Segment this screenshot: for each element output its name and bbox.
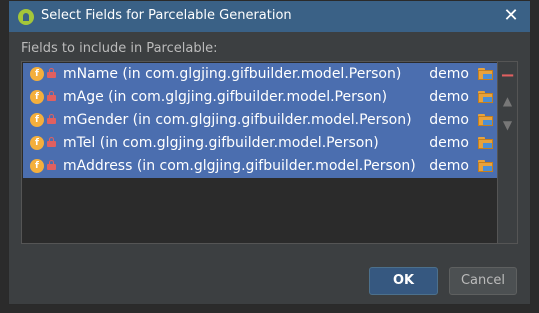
module-folder-icon	[478, 114, 493, 126]
close-button[interactable]: ✕	[500, 5, 522, 27]
remove-icon[interactable]: −	[498, 66, 517, 86]
title-bar: Select Fields for Parcelable Generation …	[9, 1, 530, 32]
field-row-mgender[interactable]: f mGender (in com.glgjing.gifbuilder.mod…	[23, 109, 499, 132]
field-row-maddress[interactable]: f mAddress (in com.glgjing.gifbuilder.mo…	[23, 155, 499, 178]
ok-button[interactable]: OK	[369, 267, 438, 295]
lock-icon	[47, 68, 56, 78]
field-module: demo	[429, 135, 469, 151]
field-icon: f	[30, 67, 44, 81]
lock-icon	[47, 91, 56, 101]
field-name: mAddress (in com.glgjing.gifbuilder.mode…	[63, 158, 416, 174]
lock-icon	[47, 137, 56, 147]
field-row-mage[interactable]: f mAge (in com.glgjing.gifbuilder.model.…	[23, 86, 499, 109]
parcelable-dialog: Select Fields for Parcelable Generation …	[8, 0, 531, 305]
field-icon: f	[30, 136, 44, 150]
module-folder-icon	[478, 137, 493, 149]
android-studio-icon	[18, 9, 34, 25]
list-toolbar: − ▲ ▼	[497, 62, 517, 243]
move-up-icon[interactable]: ▲	[498, 91, 517, 111]
field-name: mGender (in com.glgjing.gifbuilder.model…	[63, 112, 412, 128]
fields-panel: f mName (in com.glgjing.gifbuilder.model…	[21, 61, 518, 244]
module-folder-icon	[478, 68, 493, 80]
move-down-icon[interactable]: ▼	[498, 115, 517, 135]
cancel-button[interactable]: Cancel	[449, 267, 517, 295]
lock-icon	[47, 160, 56, 170]
field-module: demo	[429, 112, 469, 128]
lock-icon	[47, 114, 56, 124]
field-name: mAge (in com.glgjing.gifbuilder.model.Pe…	[63, 89, 388, 105]
field-row-mtel[interactable]: f mTel (in com.glgjing.gifbuilder.model.…	[23, 132, 499, 155]
module-folder-icon	[478, 160, 493, 172]
field-icon: f	[30, 90, 44, 104]
field-module: demo	[429, 89, 469, 105]
field-row-mname[interactable]: f mName (in com.glgjing.gifbuilder.model…	[23, 63, 499, 86]
field-name: mName (in com.glgjing.gifbuilder.model.P…	[63, 66, 402, 82]
field-icon: f	[30, 159, 44, 173]
field-icon: f	[30, 113, 44, 127]
fields-label: Fields to include in Parcelable:	[21, 41, 218, 56]
field-module: demo	[429, 158, 469, 174]
field-module: demo	[429, 66, 469, 82]
window-title: Select Fields for Parcelable Generation	[41, 8, 292, 23]
fields-list[interactable]: f mName (in com.glgjing.gifbuilder.model…	[22, 62, 499, 243]
field-name: mTel (in com.glgjing.gifbuilder.model.Pe…	[63, 135, 379, 151]
module-folder-icon	[478, 91, 493, 103]
